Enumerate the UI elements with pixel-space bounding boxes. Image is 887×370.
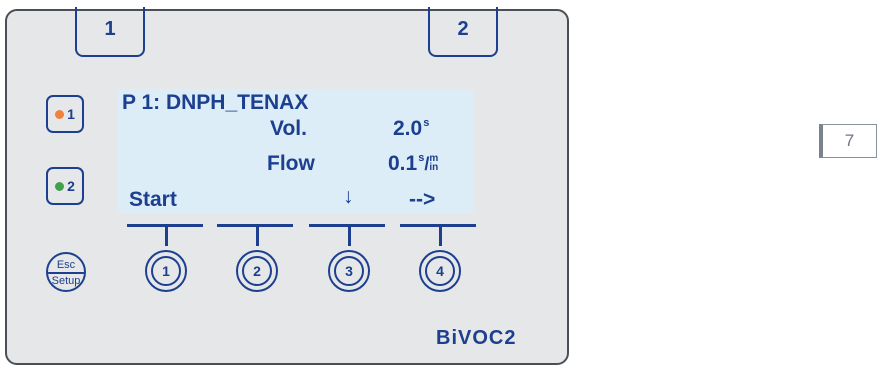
esc-label: Esc: [56, 259, 76, 271]
softkey-2-line: [217, 224, 293, 227]
tab-2-label: 2: [457, 17, 469, 40]
tab-2[interactable]: 2: [428, 7, 498, 57]
softkey-4-number: 4: [425, 256, 455, 286]
lcd-display: P 1: DNPH_TENAX Vol. 2.0s Flow 0.1s/m in …: [117, 89, 473, 214]
channel-1-button[interactable]: 1: [46, 95, 84, 133]
brand-label: BiVOC2: [436, 327, 517, 349]
channel-2-button[interactable]: 2: [46, 167, 84, 205]
softkey-1-stem: [165, 226, 168, 246]
program-line: P 1: DNPH_TENAX: [122, 91, 309, 114]
flow-label: Flow: [267, 152, 315, 175]
esc-setup-button[interactable]: Esc Setup: [46, 252, 86, 292]
vol-value: 2.0s: [393, 117, 429, 141]
tab-1[interactable]: 1: [75, 7, 145, 57]
tab-1-label: 1: [104, 17, 116, 40]
vol-number: 2.0: [393, 117, 423, 140]
softkey-4-stem: [439, 226, 442, 246]
esc-divider: [48, 272, 84, 274]
vol-unit: s: [423, 117, 430, 129]
softkey-3-stem: [348, 226, 351, 246]
frac-bottom: in: [429, 162, 439, 173]
softkey-2-stem: [256, 226, 259, 246]
channel-1-label: 1: [67, 106, 75, 122]
softkey-1-number: 1: [151, 256, 181, 286]
page-number: 7: [819, 124, 877, 158]
channel-2-label: 2: [67, 178, 75, 194]
softkey-3-button[interactable]: 3: [328, 250, 370, 292]
softkey-3-line: [309, 224, 385, 227]
softkey-3-label: ↓: [343, 185, 354, 208]
led-green-icon: [55, 181, 65, 191]
flow-value: 0.1s/m in: [388, 152, 438, 176]
flow-number: 0.1: [388, 152, 418, 175]
softkey-3-number: 3: [334, 256, 364, 286]
setup-label: Setup: [51, 275, 81, 287]
softkey-2-button[interactable]: 2: [236, 250, 278, 292]
softkey-2-number: 2: [242, 256, 272, 286]
softkey-4-button[interactable]: 4: [419, 250, 461, 292]
softkey-4-label: -->: [409, 188, 436, 211]
flow-unit: s: [418, 152, 425, 164]
led-orange-icon: [55, 109, 65, 119]
softkey-4-line: [400, 224, 476, 227]
vol-label: Vol.: [270, 117, 307, 140]
softkey-1-button[interactable]: 1: [145, 250, 187, 292]
softkey-1-label: Start: [129, 188, 177, 211]
flow-unit-frac: m in: [429, 154, 439, 173]
